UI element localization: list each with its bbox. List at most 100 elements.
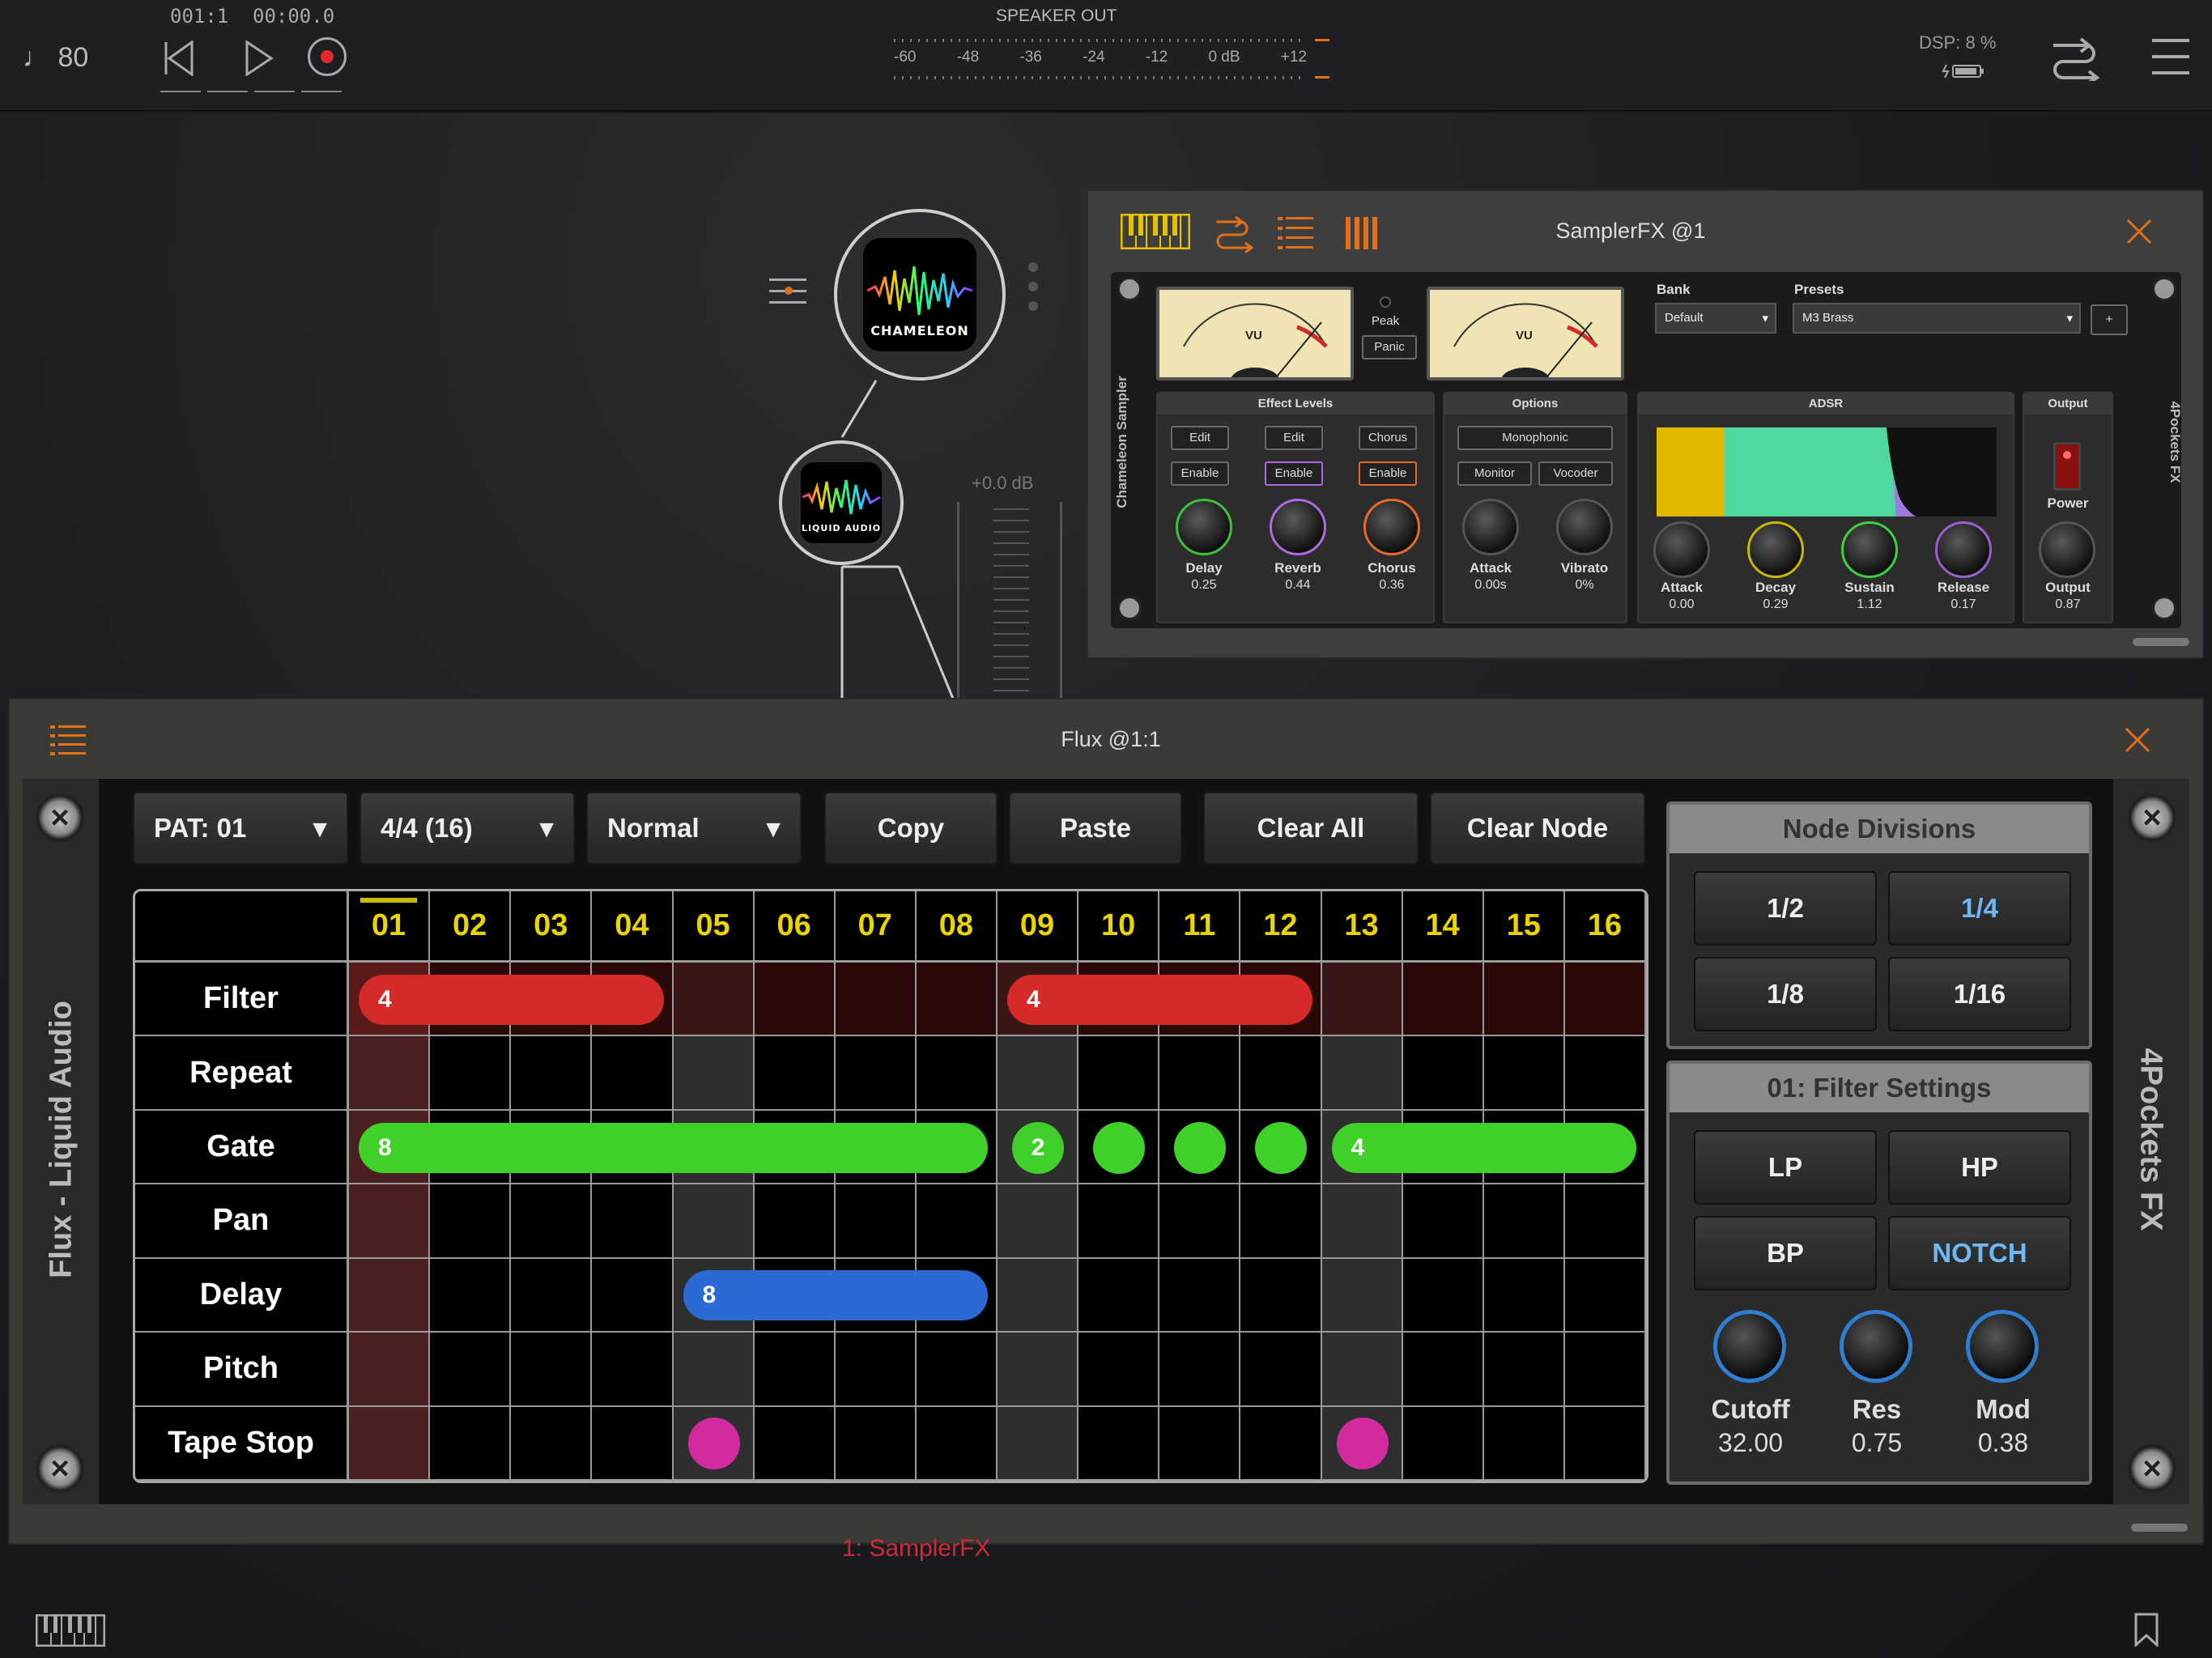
event-dot[interactable] [1093,1121,1146,1174]
step-cell[interactable] [1483,963,1565,1037]
mod-knob[interactable] [1966,1310,2039,1383]
step-cell[interactable] [998,1333,1079,1407]
step-cell[interactable] [511,1036,593,1111]
step-cell[interactable] [673,963,755,1037]
step-cell[interactable] [1240,1258,1322,1333]
step-cell[interactable] [1402,1184,1484,1259]
list-icon[interactable] [1278,214,1313,249]
row-label[interactable]: Delay [135,1258,349,1333]
step-cell[interactable] [1564,1184,1646,1259]
column-header[interactable]: 16 [1564,891,1646,963]
close-icon[interactable] [2123,725,2152,755]
node-handle-dots[interactable] [1028,262,1040,324]
panic-button[interactable]: Panic [1362,335,1417,359]
step-cell[interactable] [1159,1036,1241,1111]
step-cell[interactable] [430,1333,512,1407]
pattern-dropdown[interactable]: PAT: 01 ▼ [133,792,348,865]
edit-delay-button[interactable]: Edit [1171,426,1229,450]
step-cell[interactable] [835,1036,917,1111]
event-bar[interactable]: 4 [1007,974,1312,1025]
step-cell[interactable] [592,1406,674,1481]
keyboard-icon[interactable] [1120,213,1191,250]
step-cell[interactable] [1321,1258,1403,1333]
monitor-button[interactable]: Monitor [1457,461,1532,486]
step-cell[interactable] [1240,1184,1322,1259]
close-icon[interactable] [2125,217,2154,246]
step-cell[interactable] [349,1184,431,1259]
mode-dropdown[interactable]: Normal ▼ [586,792,802,865]
node-settings-icon[interactable] [769,275,806,308]
column-header[interactable]: 14 [1402,891,1484,963]
vibrato-knob[interactable] [1556,499,1613,555]
adsr-decay-knob[interactable] [1747,521,1804,578]
liquid-audio-node[interactable]: LIQUID AUDIO [779,440,904,565]
event-bar[interactable]: 4 [359,974,664,1025]
event-bar[interactable]: 8 [359,1122,988,1173]
filter-bp-button[interactable]: BP [1694,1216,1877,1290]
column-header[interactable]: 10 [1078,891,1160,963]
step-cell[interactable] [1321,1036,1403,1111]
filter-notch-button[interactable]: NOTCH [1888,1216,2071,1290]
column-header[interactable]: 03 [511,891,593,963]
monophonic-button[interactable]: Monophonic [1457,426,1613,450]
step-cell[interactable] [754,1184,836,1259]
step-cell[interactable] [1483,1333,1565,1407]
column-header[interactable]: 09 [998,891,1079,963]
column-header[interactable]: 12 [1240,891,1322,963]
enable-chorus-button[interactable]: Enable [1359,461,1417,486]
step-cell[interactable] [430,1258,512,1333]
edit-chorus-button[interactable]: Chorus [1359,426,1417,450]
step-cell[interactable] [1564,963,1646,1037]
event-dot[interactable] [687,1418,740,1470]
step-cell[interactable] [754,1036,836,1111]
step-cell[interactable] [511,1406,593,1481]
cutoff-knob[interactable] [1713,1310,1786,1383]
step-cell[interactable] [1321,963,1403,1037]
step-cell[interactable] [754,1333,836,1407]
delay-knob[interactable] [1176,499,1232,555]
step-cell[interactable] [430,1036,512,1111]
res-knob[interactable] [1840,1310,1912,1383]
column-header[interactable]: 04 [592,891,674,963]
step-cell[interactable] [592,1333,674,1407]
step-cell[interactable] [998,1258,1079,1333]
step-cell[interactable] [673,1184,755,1259]
step-cell[interactable] [1240,1333,1322,1407]
sequencer-grid[interactable]: 01 02 03 04 05 06 07 08 09 10 11 12 13 14 15 16 Filter Re… [133,889,1648,1483]
add-preset-button[interactable]: + [2091,304,2128,335]
step-cell[interactable] [916,963,998,1037]
step-cell[interactable] [1159,1333,1241,1407]
column-header[interactable]: 07 [835,891,917,963]
filter-hp-button[interactable]: HP [1888,1130,2071,1205]
bookmark-icon[interactable] [2134,1613,2159,1648]
step-cell[interactable] [673,1036,755,1111]
event-dot[interactable]: 2 [1012,1121,1065,1174]
row-label[interactable]: Pitch [135,1333,349,1407]
column-header[interactable]: 08 [916,891,998,963]
step-cell[interactable] [511,1333,593,1407]
copy-button[interactable]: Copy [824,792,998,865]
step-cell[interactable] [1159,1184,1241,1259]
filter-lp-button[interactable]: LP [1694,1130,1877,1205]
step-cell[interactable] [1483,1036,1565,1111]
resize-handle[interactable] [2133,638,2189,646]
reverb-knob[interactable] [1270,499,1326,555]
step-cell[interactable] [592,1184,674,1259]
column-header[interactable]: 06 [754,891,836,963]
step-cell[interactable] [349,1036,431,1111]
event-bar[interactable]: 4 [1331,1122,1636,1173]
division-1-4-button[interactable]: 1/4 [1888,871,2071,946]
clear-all-button[interactable]: Clear All [1203,792,1419,865]
step-cell[interactable] [349,1333,431,1407]
output-knob[interactable] [2039,521,2095,578]
step-cell[interactable] [754,963,836,1037]
length-dropdown[interactable]: 4/4 (16) ▼ [359,792,575,865]
step-cell[interactable] [349,1258,431,1333]
step-cell[interactable] [430,1184,512,1259]
step-cell[interactable] [754,1406,836,1481]
step-cell[interactable] [916,1184,998,1259]
step-cell[interactable] [592,1036,674,1111]
attack-knob[interactable] [1462,499,1519,555]
enable-delay-button[interactable]: Enable [1171,461,1229,486]
step-cell[interactable] [349,1406,431,1481]
